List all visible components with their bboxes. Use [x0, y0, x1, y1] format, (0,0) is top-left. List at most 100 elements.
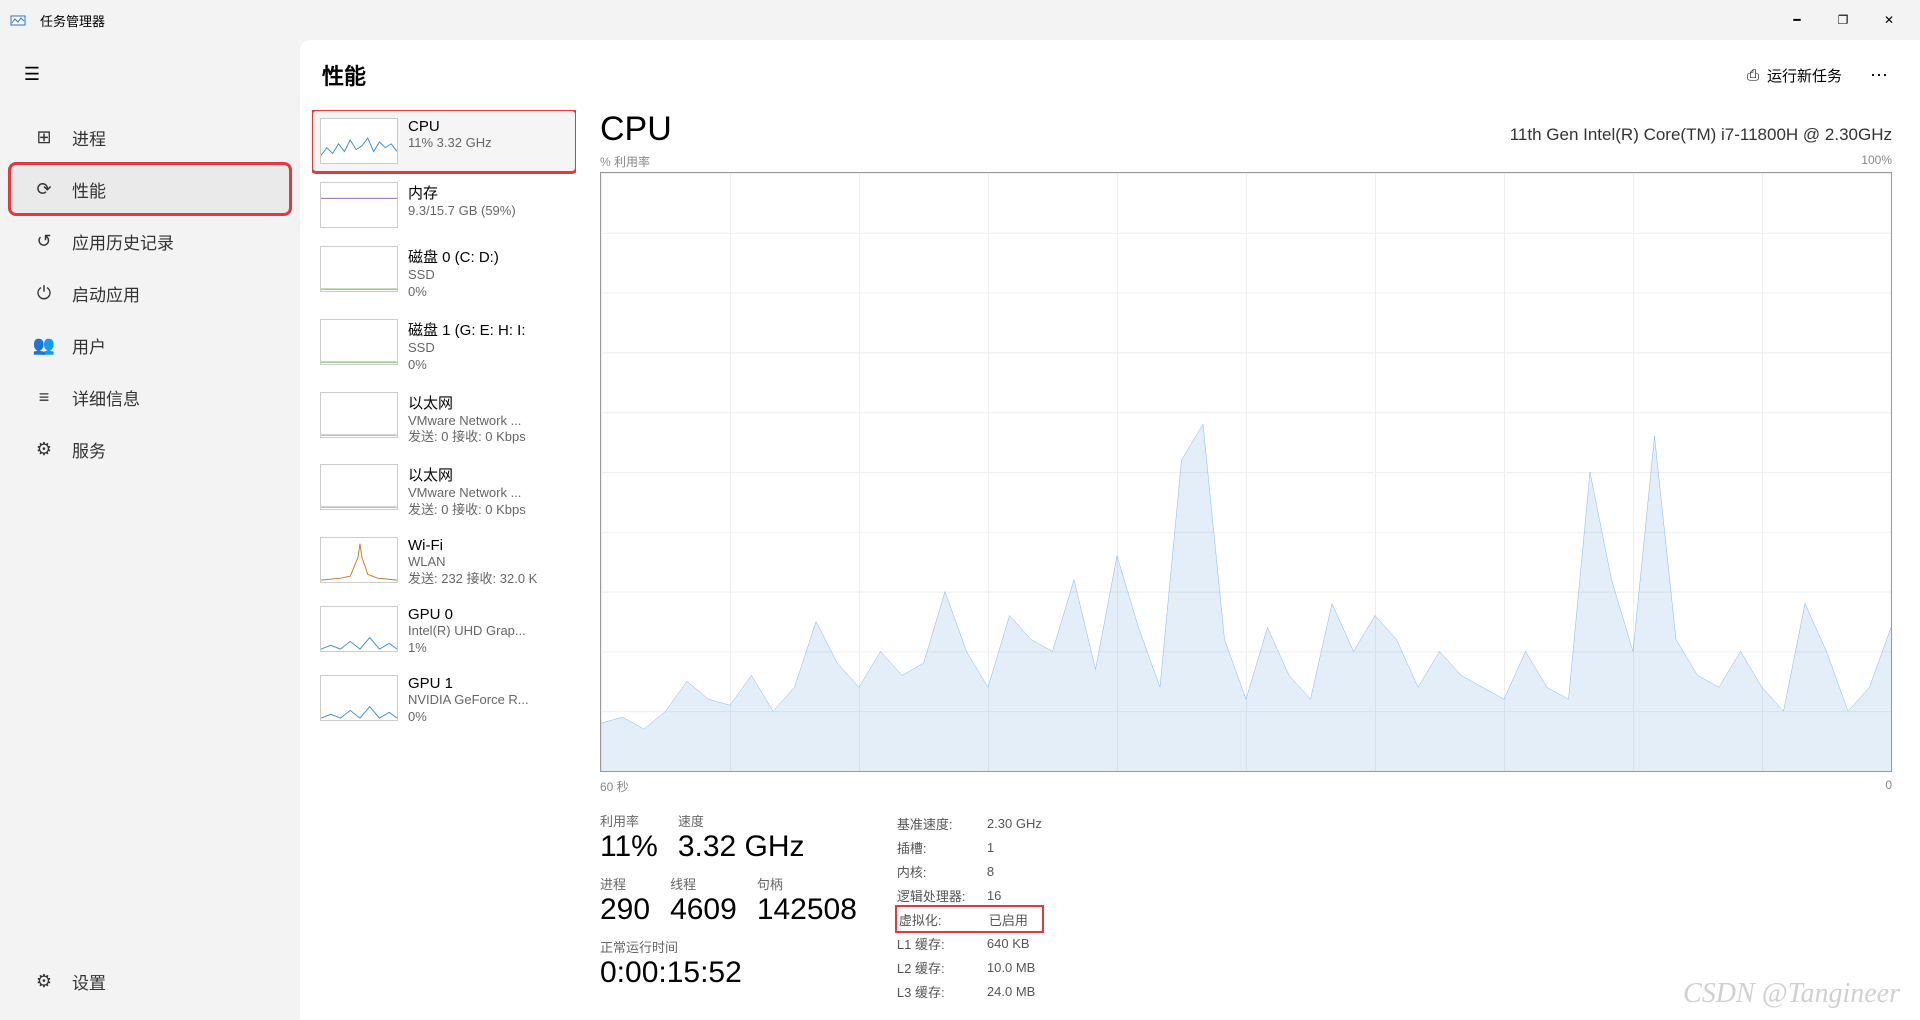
perf-title: 磁盘 0 (C: D:)	[408, 246, 499, 267]
titlebar: 任务管理器 ━ ❐ ✕	[0, 0, 1920, 40]
spec-row: 内核:8	[897, 859, 1042, 883]
perf-thumbnail	[320, 392, 398, 438]
spec-row: L3 缓存:24.0 MB	[897, 979, 1042, 1003]
stat-label: 句柄	[757, 874, 857, 893]
window-controls: ━ ❐ ✕	[1774, 4, 1912, 36]
stat-速度: 速度3.32 GHz	[678, 811, 805, 864]
perf-item-cpu[interactable]: CPU11% 3.32 GHz	[312, 110, 576, 172]
pulse-icon: ⟳	[32, 179, 56, 200]
minimize-button[interactable]: ━	[1774, 4, 1820, 36]
perf-list: CPU11% 3.32 GHz内存9.3/15.7 GB (59%)磁盘 0 (…	[312, 110, 576, 1008]
perf-item-gpu-1[interactable]: GPU 1NVIDIA GeForce R...0%	[312, 667, 576, 734]
spec-key: L2 缓存:	[897, 958, 987, 977]
perf-item--0-c-d-[interactable]: 磁盘 0 (C: D:)SSD0%	[312, 238, 576, 309]
perf-sub2: 发送: 0 接收: 0 Kbps	[408, 429, 526, 446]
perf-item--[interactable]: 内存9.3/15.7 GB (59%)	[312, 174, 576, 236]
perf-sub: VMware Network ...	[408, 485, 526, 502]
stat-value: 142508	[757, 893, 857, 927]
cpu-detail: CPU 11th Gen Intel(R) Core(TM) i7-11800H…	[576, 110, 1908, 1008]
perf-sub: 11% 3.32 GHz	[408, 135, 492, 152]
spec-key: 内核:	[897, 862, 987, 881]
maximize-button[interactable]: ❐	[1820, 4, 1866, 36]
spec-row: L2 缓存:10.0 MB	[897, 955, 1042, 979]
stats-row: 利用率11%速度3.32 GHz 进程290线程4609句柄142508 正常运…	[600, 811, 1892, 1003]
chart-line	[601, 173, 1891, 771]
y-axis-label: % 利用率	[600, 153, 650, 170]
main-header: 性能 ⎙ 运行新任务 ⋯	[300, 40, 1920, 110]
users-icon: 👥	[32, 335, 56, 356]
run-task-label: 运行新任务	[1767, 65, 1842, 86]
stat-句柄: 句柄142508	[757, 874, 857, 927]
uptime-value: 0:00:15:52	[600, 956, 857, 990]
spec-val: 10.0 MB	[987, 960, 1035, 975]
stat-label: 速度	[678, 811, 805, 830]
nav-details[interactable]: ≡详细信息	[10, 372, 290, 422]
run-new-task-button[interactable]: ⎙ 运行新任务	[1737, 59, 1852, 92]
x-axis-left: 60 秒	[600, 778, 629, 795]
close-button[interactable]: ✕	[1866, 4, 1912, 36]
stat-进程: 进程290	[600, 874, 650, 927]
perf-sub: SSD	[408, 340, 526, 357]
perf-title: 内存	[408, 182, 516, 203]
list-icon: ≡	[32, 387, 56, 408]
perf-sub2: 0%	[408, 284, 499, 301]
app-icon	[8, 10, 28, 30]
sidebar: ☰ ⊞ 进程 ⟳性能 ↺应用历史记录 ⏻ 启动应用 👥用户 ≡详细信息 ⚙服务 ⚙设…	[0, 40, 300, 1020]
perf-thumbnail	[320, 182, 398, 228]
perf-sub2: 发送: 0 接收: 0 Kbps	[408, 502, 526, 519]
spec-key: L3 缓存:	[897, 982, 987, 1001]
nav-label: 启动应用	[72, 281, 140, 306]
nav-label: 设置	[72, 969, 106, 994]
nav-processes[interactable]: ⊞ 进程	[10, 112, 290, 162]
gauge-icon: ⏻	[32, 283, 56, 304]
spec-val: 1	[987, 840, 994, 855]
perf-thumbnail	[320, 118, 398, 164]
perf-sub2: 1%	[408, 640, 526, 657]
perf-item--1-g-e-h-i-[interactable]: 磁盘 1 (G: E: H: I:SSD0%	[312, 311, 576, 382]
nav-users[interactable]: 👥用户	[10, 320, 290, 370]
spec-table: 基准速度:2.30 GHz插槽:1内核:8逻辑处理器:16虚拟化:已启用L1 缓…	[897, 811, 1042, 1003]
perf-sub2: 0%	[408, 709, 529, 726]
perf-title: 以太网	[408, 464, 526, 485]
detail-title: CPU	[600, 110, 672, 149]
run-task-icon: ⎙	[1747, 67, 1759, 84]
perf-sub: WLAN	[408, 554, 537, 571]
nav-performance[interactable]: ⟳性能	[10, 164, 290, 214]
cpu-model: 11th Gen Intel(R) Core(TM) i7-11800H @ 2…	[1510, 125, 1892, 145]
spec-row: 虚拟化:已启用	[897, 907, 1042, 931]
perf-title: GPU 0	[408, 606, 526, 623]
perf-item-wi-fi[interactable]: Wi-FiWLAN发送: 232 接收: 32.0 K	[312, 529, 576, 596]
perf-item--[interactable]: 以太网VMware Network ...发送: 0 接收: 0 Kbps	[312, 456, 576, 527]
nav-label: 进程	[72, 125, 106, 150]
perf-thumbnail	[320, 675, 398, 721]
perf-title: 以太网	[408, 392, 526, 413]
spec-row: L1 缓存:640 KB	[897, 931, 1042, 955]
stat-label: 线程	[670, 874, 737, 893]
perf-sub2: 0%	[408, 357, 526, 374]
stat-value: 11%	[600, 830, 658, 864]
nav-label: 应用历史记录	[72, 229, 174, 254]
hamburger-icon[interactable]: ☰	[12, 54, 52, 94]
grid-icon: ⊞	[32, 127, 56, 148]
nav-settings[interactable]: ⚙设置	[10, 956, 290, 1006]
perf-thumbnail	[320, 246, 398, 292]
nav-history[interactable]: ↺应用历史记录	[10, 216, 290, 266]
nav-list: ⊞ 进程 ⟳性能 ↺应用历史记录 ⏻ 启动应用 👥用户 ≡详细信息 ⚙服务	[0, 110, 300, 954]
perf-item--[interactable]: 以太网VMware Network ...发送: 0 接收: 0 Kbps	[312, 384, 576, 455]
spec-val: 24.0 MB	[987, 984, 1035, 999]
perf-thumbnail	[320, 464, 398, 510]
nav-startup[interactable]: ⏻ 启动应用	[10, 268, 290, 318]
spec-row: 插槽:1	[897, 835, 1042, 859]
more-button[interactable]: ⋯	[1860, 59, 1898, 92]
perf-sub: 9.3/15.7 GB (59%)	[408, 203, 516, 220]
cpu-chart[interactable]	[600, 172, 1892, 772]
stat-利用率: 利用率11%	[600, 811, 658, 864]
x-axis-right: 0	[1885, 778, 1892, 795]
nav-services[interactable]: ⚙服务	[10, 424, 290, 474]
perf-sub: Intel(R) UHD Grap...	[408, 623, 526, 640]
perf-item-gpu-0[interactable]: GPU 0Intel(R) UHD Grap...1%	[312, 598, 576, 665]
y-axis-max: 100%	[1861, 153, 1892, 170]
nav-label: 服务	[72, 437, 106, 462]
stat-value: 3.32 GHz	[678, 830, 805, 864]
spec-val: 16	[987, 888, 1001, 903]
